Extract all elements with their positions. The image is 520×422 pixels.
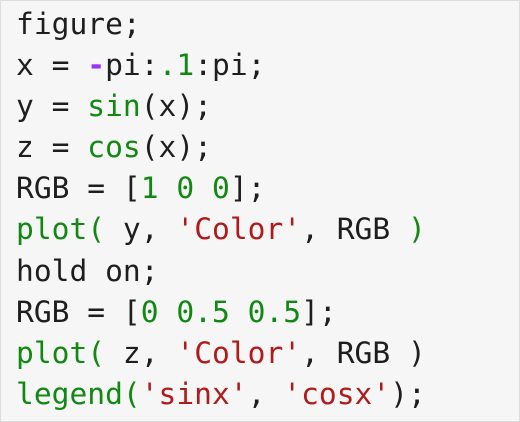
code-token: 'sinx' (140, 376, 248, 411)
code-line-2: x = -pi:.1:pi; (16, 45, 519, 86)
code-token: , (247, 376, 284, 411)
code-token: , RGB ) (301, 335, 426, 370)
code-token: ) (408, 212, 426, 247)
code-token: RGB = [ (16, 294, 141, 329)
code-line-7: hold on; (16, 251, 519, 292)
code-token: (x); (140, 89, 213, 124)
code-line-1: figure; (16, 4, 519, 45)
code-token: hold on; (16, 253, 159, 288)
code-token: RGB = [ (16, 171, 141, 206)
code-block: figure; x = -pi:.1:pi; y = sin(x); z = c… (0, 0, 520, 422)
code-token: z = (16, 130, 88, 165)
code-token: 'Color' (176, 212, 302, 247)
code-token: 1 0 0 (140, 171, 230, 206)
code-token: .1 (158, 48, 195, 83)
code-token: cos (87, 130, 141, 165)
code-token: y, (105, 212, 177, 247)
code-token: 0 0.5 0.5 (140, 294, 302, 329)
code-token: legend( (16, 376, 141, 411)
code-token: (x); (140, 130, 213, 165)
code-line-10: legend('sinx', 'cosx'); (16, 374, 519, 415)
code-token: z, (105, 335, 177, 370)
code-token: ); (390, 376, 426, 411)
code-token: 'cosx' (283, 376, 391, 411)
code-token: x = (16, 48, 88, 83)
code-token: ]; (301, 294, 337, 329)
code-line-4: z = cos(x); (16, 127, 519, 168)
code-token: - (87, 48, 106, 83)
code-line-6: plot( y, 'Color', RGB ) (16, 209, 519, 250)
code-token: sin (87, 89, 141, 124)
code-token: pi: (105, 48, 159, 83)
code-token: plot( (16, 335, 106, 370)
code-token: :pi; (194, 48, 266, 83)
code-token: plot( (16, 212, 106, 247)
code-token: 'Color' (176, 335, 302, 370)
code-line-8: RGB = [0 0.5 0.5]; (16, 292, 519, 333)
code-token: ]; (229, 171, 266, 206)
code-line-3: y = sin(x); (16, 86, 519, 127)
code-token: , RGB (301, 212, 408, 247)
code-line-5: RGB = [1 0 0]; (16, 168, 519, 209)
code-token: y = (16, 89, 88, 124)
code-line-9: plot( z, 'Color', RGB ) (16, 333, 519, 374)
code-token: figure; (16, 7, 141, 41)
